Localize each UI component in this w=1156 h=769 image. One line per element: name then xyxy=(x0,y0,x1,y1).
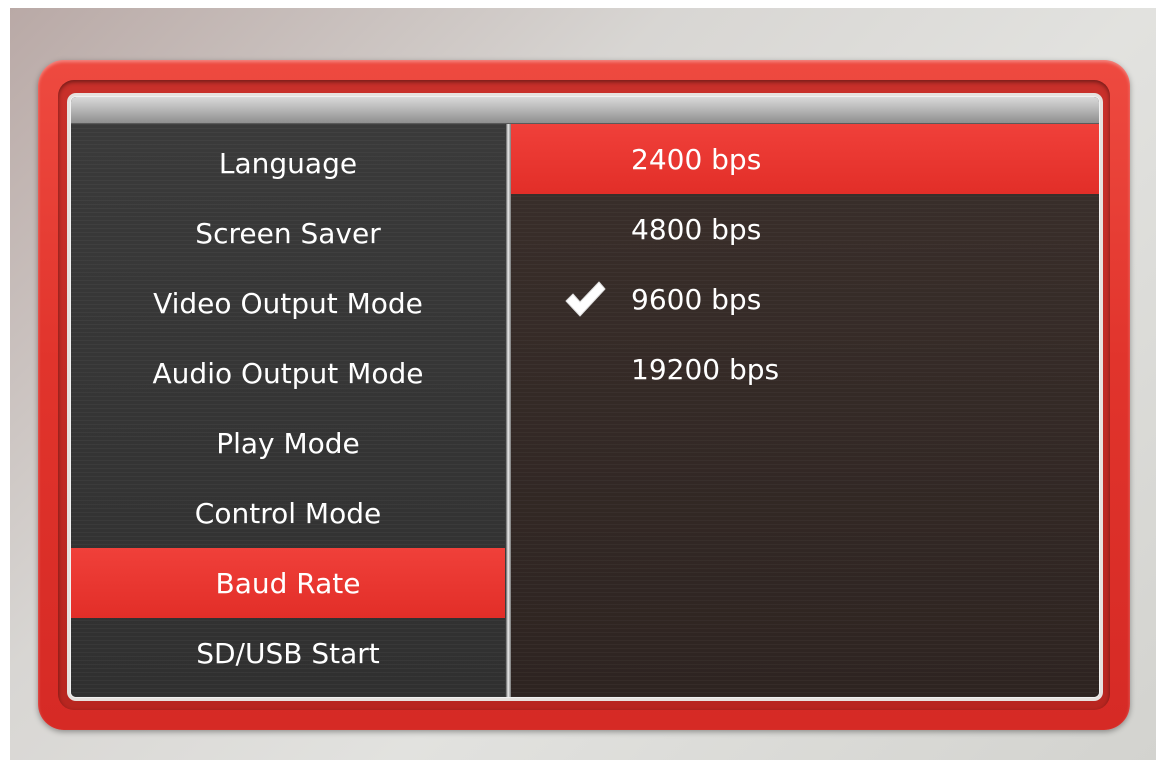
option-2400-bps[interactable]: 2400 bps xyxy=(511,124,1099,194)
option-19200-bps[interactable]: 19200 bps xyxy=(511,334,1099,404)
menu-item-label: Baud Rate xyxy=(215,566,361,600)
menu-item-label: Control Mode xyxy=(194,496,382,530)
option-label: 19200 bps xyxy=(631,352,780,386)
menu-item-baud-rate[interactable]: Baud Rate xyxy=(71,548,505,618)
menu-item-label: Video Output Mode xyxy=(153,286,423,320)
option-label: 2400 bps xyxy=(631,142,762,176)
menu-item-label: Language xyxy=(218,146,358,180)
menu-item-label: Audio Output Mode xyxy=(152,356,424,390)
menu-item-sd-usb-start[interactable]: SD/USB Start xyxy=(71,618,505,688)
menu-item-language[interactable]: Language xyxy=(71,128,505,198)
option-4800-bps[interactable]: 4800 bps xyxy=(511,194,1099,264)
menu-item-control-mode[interactable]: Control Mode xyxy=(71,478,505,548)
menu-item-label: Play Mode xyxy=(216,426,360,460)
menu-item-label: SD/USB Start xyxy=(196,636,380,670)
menu-item-video-output-mode[interactable]: Video Output Mode xyxy=(71,268,505,338)
baud-rate-options: 2400 bps 4800 bps 9600 bps 19200 bps xyxy=(511,124,1099,697)
settings-menu: Language Screen Saver Video Output Mode … xyxy=(71,124,505,697)
option-label: 9600 bps xyxy=(631,282,762,316)
menu-item-audio-output-mode[interactable]: Audio Output Mode xyxy=(71,338,505,408)
option-label: 4800 bps xyxy=(631,212,762,246)
menu-item-label: Screen Saver xyxy=(195,216,381,250)
menu-item-screen-saver[interactable]: Screen Saver xyxy=(71,198,505,268)
panel-title-bar xyxy=(71,97,1099,124)
settings-panel: Language Screen Saver Video Output Mode … xyxy=(70,96,1100,698)
menu-item-play-mode[interactable]: Play Mode xyxy=(71,408,505,478)
checkmark-icon xyxy=(565,281,606,317)
option-9600-bps[interactable]: 9600 bps xyxy=(511,264,1099,334)
